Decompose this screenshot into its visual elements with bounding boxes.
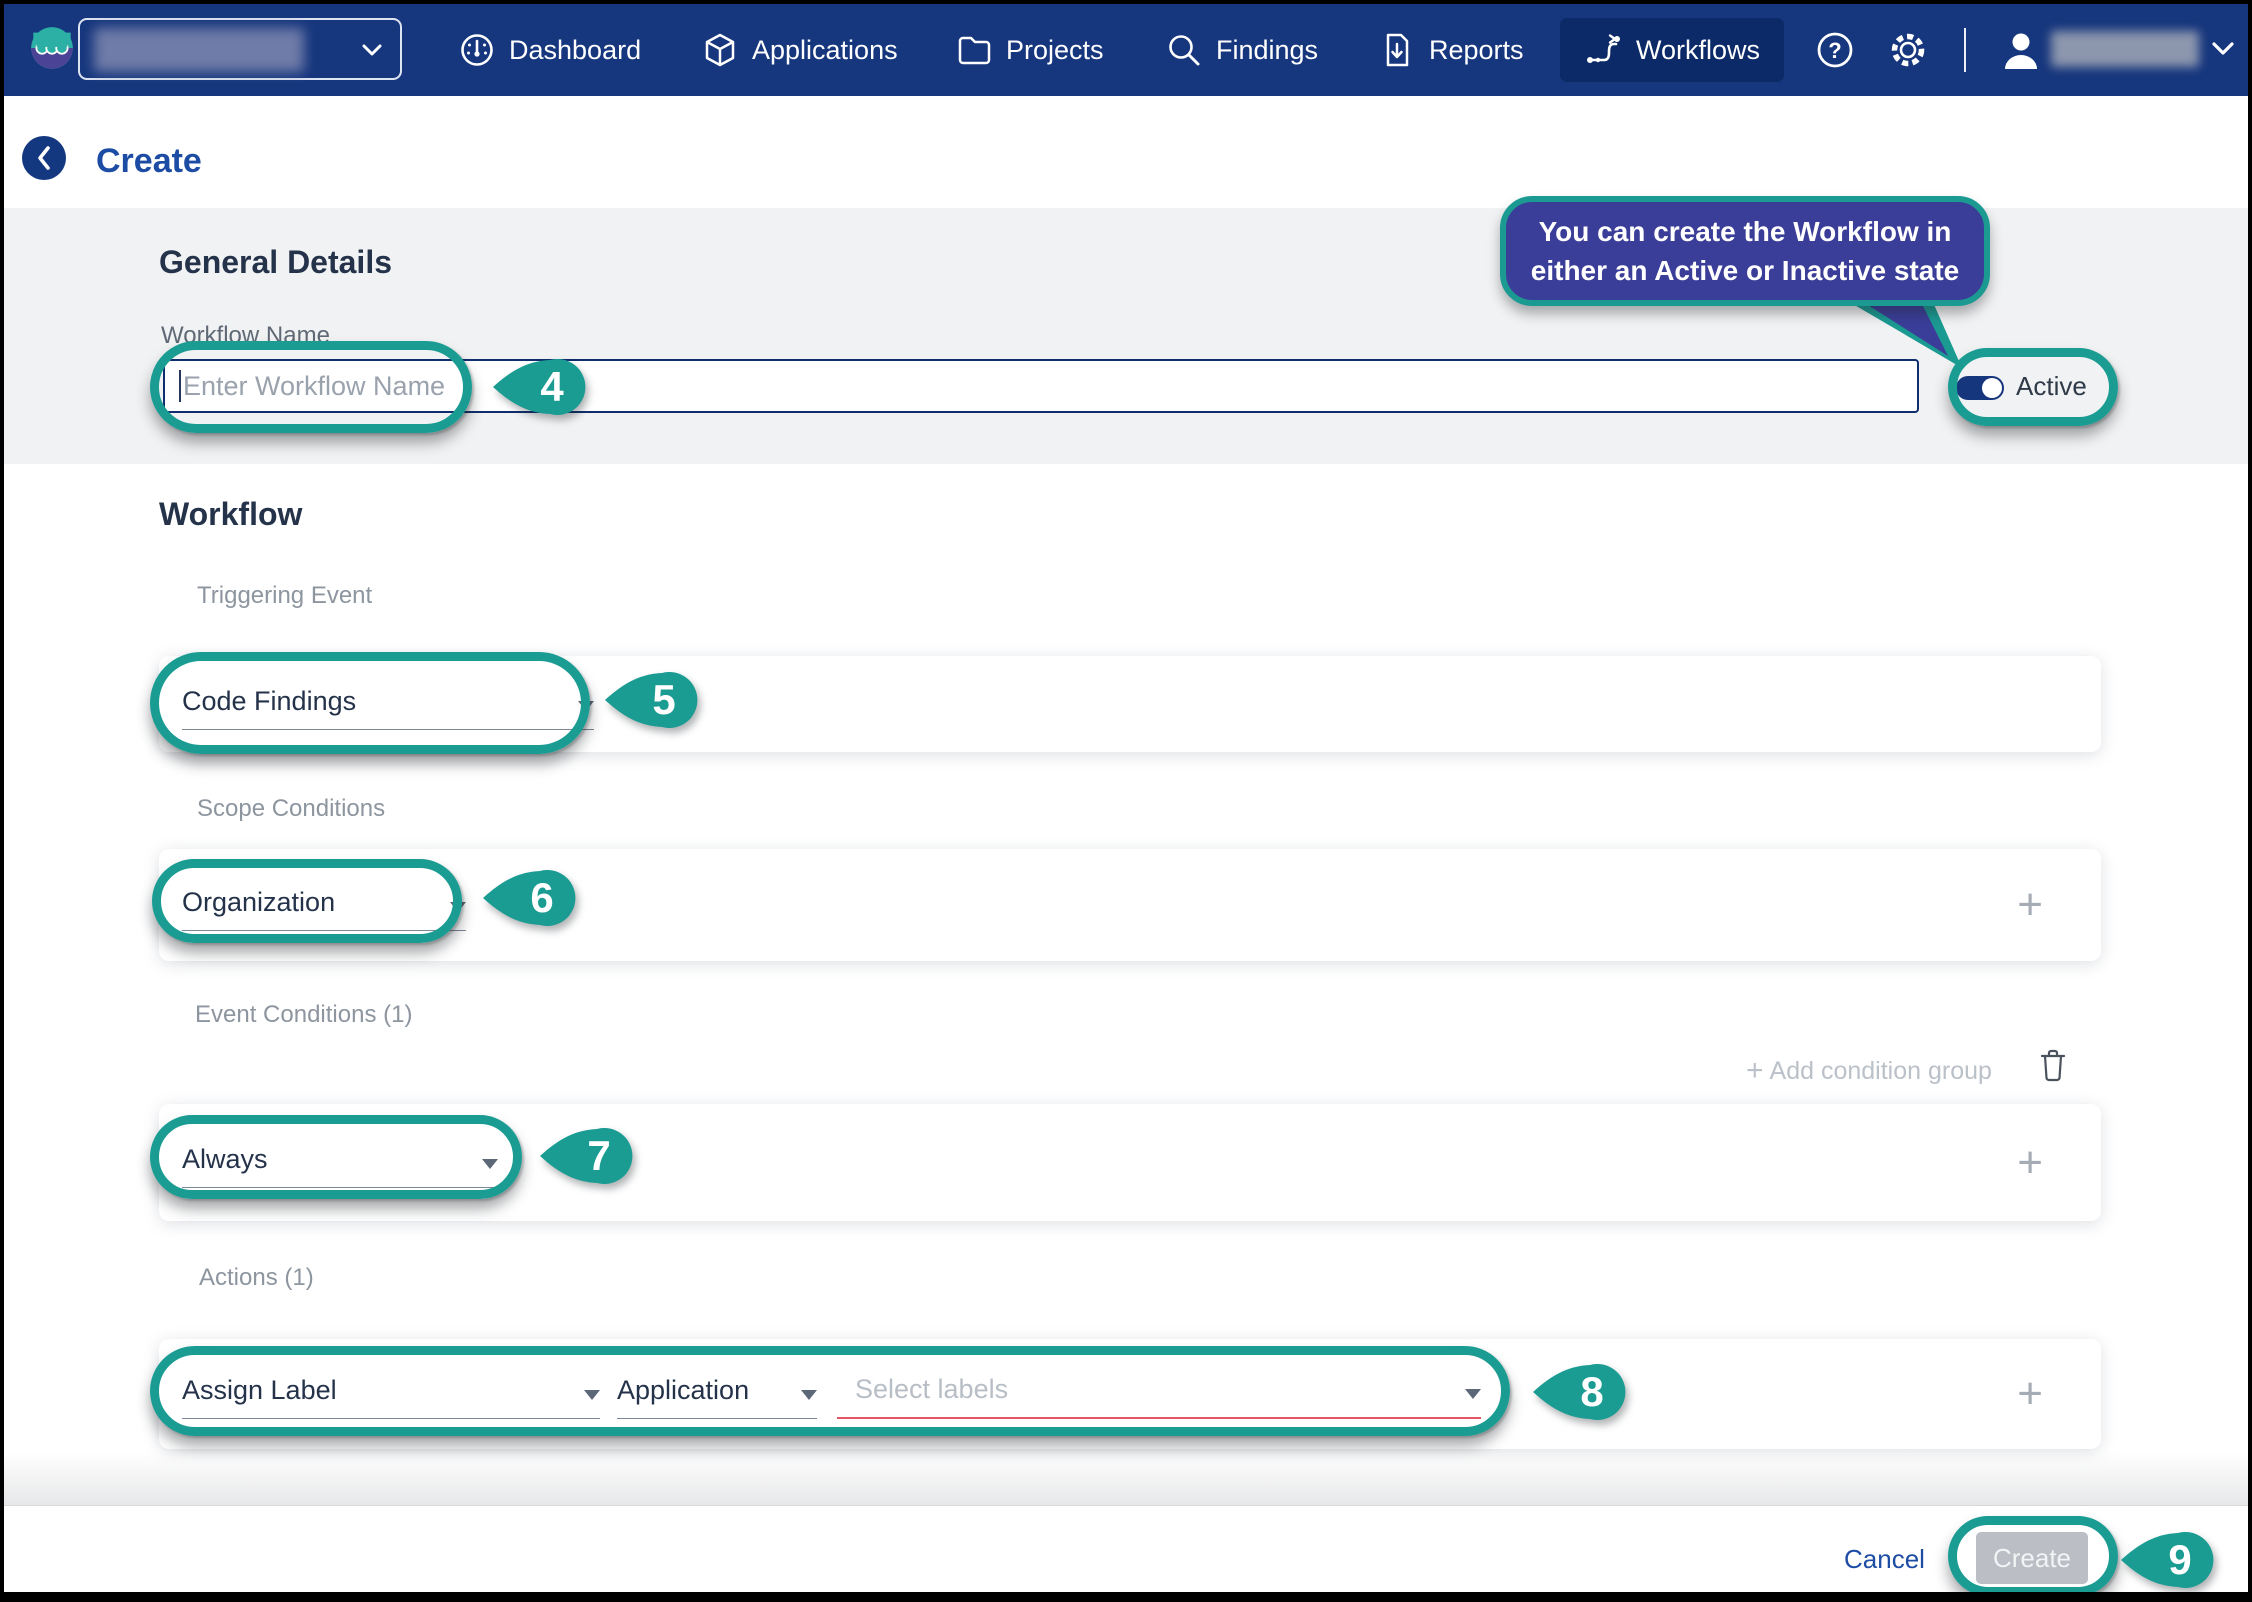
chevron-left-icon [35, 145, 53, 171]
step-marker-number: 9 [2152, 1521, 2208, 1592]
annotation-callout-bubble: You can create the Workflow in either an… [1500, 196, 1990, 306]
highlight-ring-event-condition [150, 1115, 522, 1199]
step-marker-number: 4 [524, 348, 580, 426]
workflows-flow-icon [1584, 32, 1622, 68]
nav-divider [1964, 28, 1966, 72]
actions-label: Actions (1) [199, 1264, 314, 1292]
nav-item-projects[interactable]: Projects [956, 18, 1104, 82]
projects-folder-icon [956, 32, 992, 68]
section-title-workflow: Workflow [159, 496, 302, 533]
organization-name-blurred [94, 28, 304, 72]
step-marker-number: 8 [1564, 1353, 1620, 1431]
step-marker-number: 6 [514, 859, 570, 937]
nav-item-findings[interactable]: Findings [1166, 18, 1318, 82]
nav-label: Projects [1006, 35, 1104, 66]
add-condition-group-label: Add condition group [1770, 1057, 1992, 1086]
app-window: Dashboard Applications Projects Findings [4, 4, 2248, 1592]
chevron-down-icon[interactable] [2212, 42, 2234, 56]
user-avatar-icon[interactable] [2000, 29, 2042, 71]
callout-tail [1844, 300, 1968, 374]
nav-label: Dashboard [509, 35, 641, 66]
scope-conditions-label: Scope Conditions [197, 795, 385, 823]
page-header: Create [4, 96, 2248, 208]
highlight-ring-actions [150, 1346, 1510, 1436]
footer-action-bar: Cancel Create [4, 1505, 2248, 1592]
highlight-ring-workflow-name [150, 341, 472, 433]
step-marker-5: 5 [602, 661, 702, 739]
nav-label: Findings [1216, 35, 1318, 66]
highlight-ring-active-toggle [1948, 348, 2118, 426]
step-marker-number: 5 [636, 661, 692, 739]
help-icon[interactable]: ? [1816, 31, 1854, 69]
nav-item-workflows-active[interactable]: Workflows [1560, 18, 1784, 82]
cancel-button[interactable]: Cancel [1844, 1544, 1925, 1575]
highlight-ring-triggering-event [150, 652, 590, 754]
event-conditions-label: Event Conditions (1) [195, 1001, 412, 1029]
step-marker-8: 8 [1530, 1353, 1630, 1431]
delete-trash-icon[interactable] [2038, 1048, 2068, 1082]
nav-item-reports[interactable]: Reports [1379, 18, 1524, 82]
callout-text-line1: You can create the Workflow in [1539, 212, 1952, 251]
step-marker-6: 6 [480, 859, 580, 937]
highlight-ring-create-button [1948, 1516, 2118, 1592]
organization-selector[interactable] [78, 18, 402, 80]
top-navigation-bar: Dashboard Applications Projects Findings [4, 4, 2248, 96]
add-condition-group-button[interactable]: + Add condition group [1746, 1054, 1992, 1088]
mend-logo-icon[interactable] [30, 26, 74, 70]
reports-document-icon [1379, 32, 1415, 68]
highlight-ring-scope [152, 859, 462, 943]
nav-label: Reports [1429, 35, 1524, 66]
user-name-blurred [2051, 31, 2199, 67]
step-marker-7: 7 [537, 1117, 637, 1195]
applications-box-icon [702, 32, 738, 68]
page-title: Create [96, 142, 202, 181]
findings-search-icon [1166, 32, 1202, 68]
triggering-event-label: Triggering Event [197, 582, 372, 610]
step-marker-9: 9 [2118, 1521, 2218, 1592]
dashboard-gauge-icon [459, 32, 495, 68]
add-scope-condition-button[interactable]: + [2017, 883, 2043, 927]
step-marker-number: 7 [571, 1117, 627, 1195]
step-marker-4: 4 [490, 348, 590, 426]
screenshot-frame: Dashboard Applications Projects Findings [0, 0, 2252, 1602]
callout-text-line2: either an Active or Inactive state [1531, 251, 1959, 290]
add-event-condition-button[interactable]: + [2017, 1141, 2043, 1185]
settings-gear-icon[interactable] [1888, 30, 1928, 70]
svg-text:?: ? [1828, 38, 1841, 63]
back-button[interactable] [22, 136, 66, 180]
section-title-general-details: General Details [159, 244, 392, 281]
scroll-shadow [4, 1452, 2248, 1505]
chevron-down-icon [362, 44, 382, 57]
nav-item-applications[interactable]: Applications [702, 18, 898, 82]
nav-item-dashboard[interactable]: Dashboard [459, 18, 641, 82]
add-action-button[interactable]: + [2017, 1372, 2043, 1416]
nav-label: Applications [752, 35, 898, 66]
plus-icon: + [1746, 1054, 1764, 1088]
nav-label: Workflows [1636, 35, 1760, 66]
